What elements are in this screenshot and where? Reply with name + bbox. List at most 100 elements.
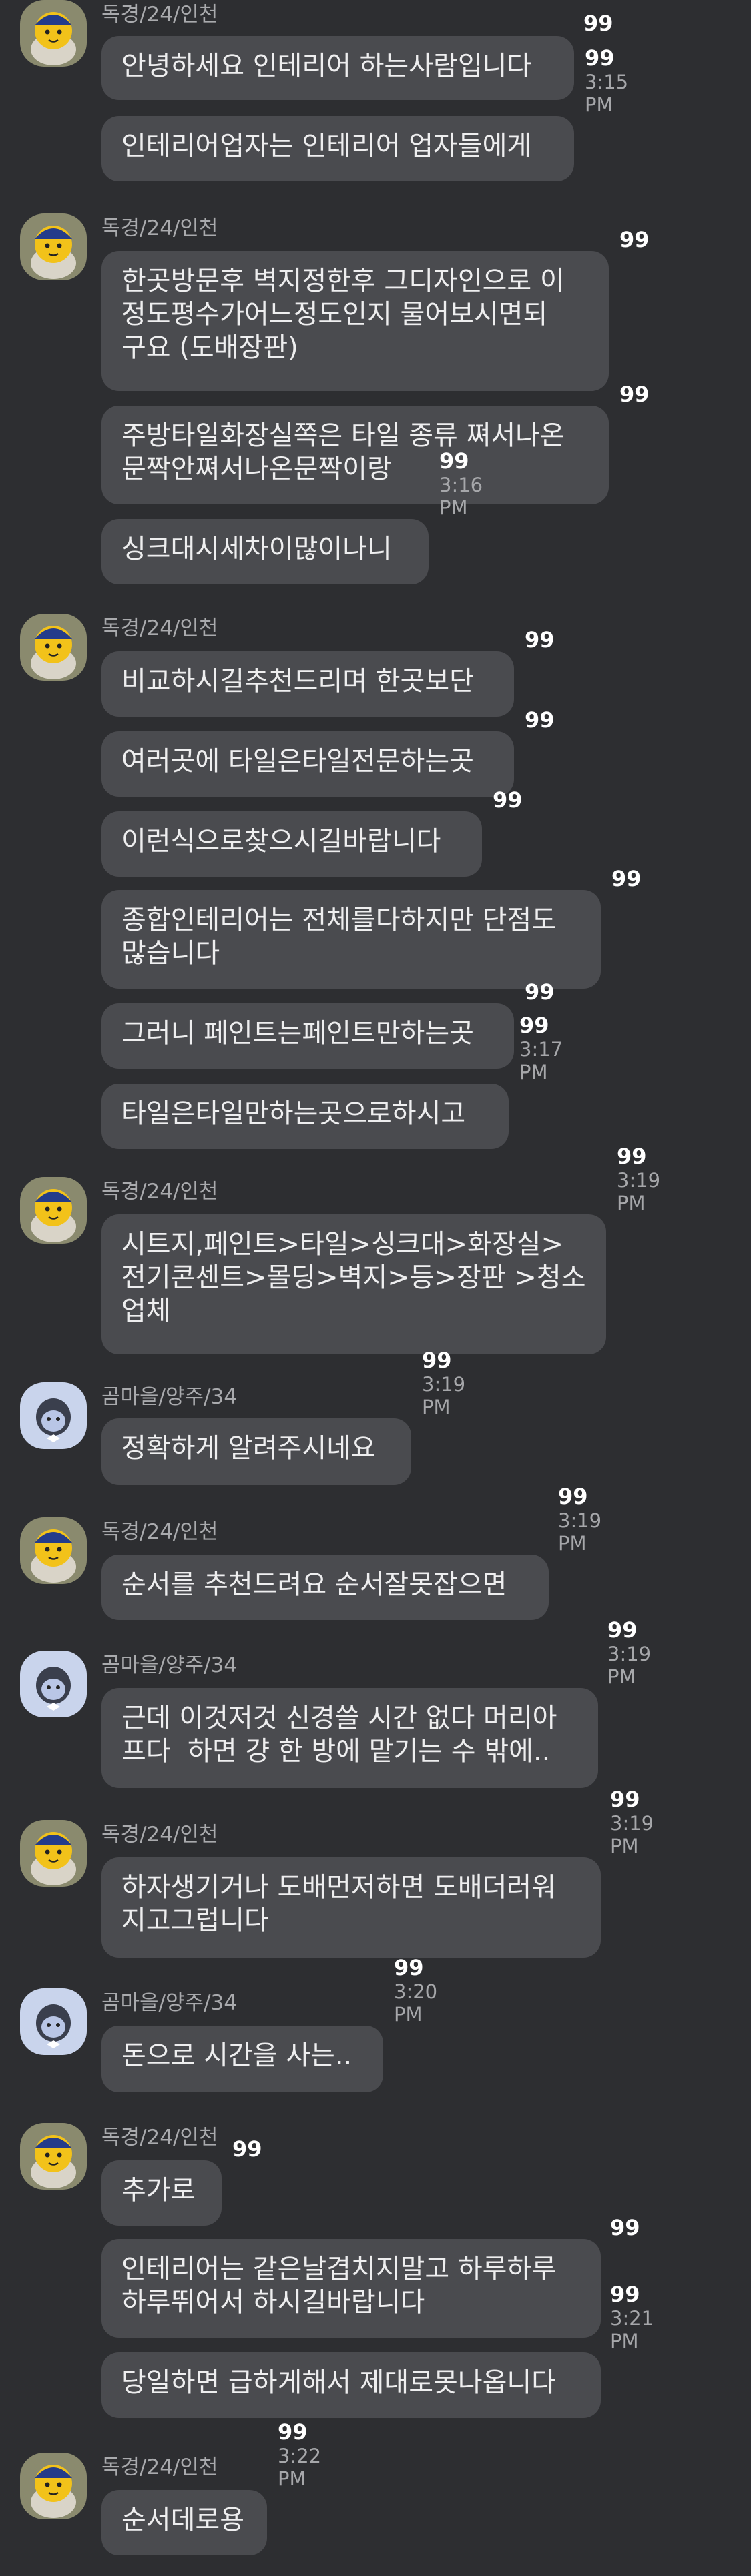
avatar[interactable] — [20, 213, 87, 280]
message-meta: 99 3:19 PM — [558, 1485, 601, 1555]
message-bubble[interactable]: 주방타일화장실쪽은 타일 종류 쪄서나온 문짝안쪄서나온문짝이랑 — [101, 406, 609, 504]
message-meta: 99 3:19 PM — [607, 1619, 651, 1688]
yellow-character-icon — [20, 1820, 87, 1887]
unread-count: 99 — [394, 1955, 424, 1980]
message-bubble[interactable]: 근데 이것저것 신경쓸 시간 없다 머리아 프다 하면 걍 한 방에 맡기는 수… — [101, 1688, 598, 1788]
message-meta: 99 — [232, 2138, 262, 2160]
message-bubble[interactable]: 비교하시길추천드리며 한곳보단 — [101, 651, 514, 717]
message-time: 3:19 PM — [610, 1812, 654, 1857]
message-meta: 99 — [619, 228, 650, 251]
sender-name: 곰마을/양주/34 — [101, 1991, 237, 2015]
message-time: 3:19 PM — [422, 1373, 466, 1418]
message-bubble[interactable]: 하자생기거나 도배먼저하면 도배더러워 지고그럽니다 — [101, 1857, 601, 1958]
unread-count: 99 — [525, 707, 555, 733]
message-time: 3:17 PM — [519, 1038, 563, 1084]
sender-name: 독경/24/인천 — [101, 1180, 218, 1204]
blue-character-icon — [20, 1651, 87, 1717]
message-meta: 99 3:19 PM — [610, 1788, 654, 1857]
sender-name: 독경/24/인천 — [101, 216, 218, 240]
message-bubble[interactable]: 당일하면 급하게해서 제대로못나옵니다 — [101, 2352, 601, 2418]
avatar[interactable] — [20, 614, 87, 681]
message-bubble[interactable]: 정확하게 알려주시네요 — [101, 1418, 411, 1485]
message-time: 3:15 PM — [585, 71, 629, 116]
message-meta: 99 — [583, 12, 613, 36]
message-meta: 99 — [525, 709, 555, 731]
sender-name: 독경/24/인천 — [101, 2126, 218, 2150]
avatar[interactable] — [20, 1820, 87, 1887]
avatar[interactable] — [20, 1177, 87, 1244]
avatar[interactable] — [20, 1517, 87, 1584]
message-bubble[interactable]: 안녕하세요 인테리어 하는사람입니다 — [101, 36, 574, 100]
message-bubble[interactable]: 그러니 페인트는페인트만하는곳 — [101, 1003, 514, 1069]
sender-name: 독경/24/인천 — [101, 1823, 218, 1847]
unread-count: 99 — [617, 1144, 647, 1169]
unread-count: 99 — [610, 2215, 640, 2240]
message-bubble[interactable]: 돈으로 시간을 사는.. — [101, 2026, 383, 2092]
message-meta: 99 — [525, 628, 555, 651]
yellow-character-icon — [20, 614, 87, 681]
chat-transcript: 독경/24/인천 안녕하세요 인테리어 하는사람입니다 99 인테리어업자는 인… — [0, 0, 751, 2576]
message-meta: 99 3:15 PM — [585, 47, 628, 116]
avatar[interactable] — [20, 2453, 87, 2519]
avatar[interactable] — [20, 1988, 87, 2055]
message-time: 3:20 PM — [394, 1980, 438, 2026]
message-bubble[interactable]: 여러곳에 타일은타일전문하는곳 — [101, 731, 514, 797]
sender-name: 독경/24/인천 — [101, 616, 218, 640]
yellow-character-icon — [20, 1177, 87, 1244]
blue-character-icon — [20, 1382, 87, 1449]
unread-count: 99 — [583, 11, 613, 36]
yellow-character-icon — [20, 2123, 87, 2190]
message-meta: 99 — [610, 2216, 640, 2239]
message-meta: 99 3:20 PM — [394, 1956, 437, 2026]
avatar[interactable] — [20, 0, 87, 67]
message-meta: 99 3:22 PM — [278, 2421, 321, 2490]
unread-count: 99 — [525, 627, 555, 653]
message-bubble[interactable]: 싱크대시세차이많이나니 — [101, 519, 429, 584]
message-meta: 99 — [493, 789, 523, 811]
blue-character-icon — [20, 1988, 87, 2055]
message-meta: 99 — [619, 383, 650, 406]
unread-count: 99 — [585, 45, 615, 71]
message-bubble[interactable]: 인테리어업자는 인테리어 업자들에게 — [101, 116, 574, 181]
sender-name: 독경/24/인천 — [101, 3, 218, 27]
avatar[interactable] — [20, 1382, 87, 1449]
sender-name: 곰마을/양주/34 — [101, 1385, 237, 1409]
yellow-character-icon — [20, 0, 87, 67]
yellow-character-icon — [20, 1517, 87, 1584]
avatar[interactable] — [20, 2123, 87, 2190]
unread-count: 99 — [610, 2282, 640, 2307]
unread-count: 99 — [232, 2136, 262, 2162]
message-bubble[interactable]: 이런식으로찾으시길바랍니다 — [101, 811, 482, 877]
unread-count: 99 — [607, 1617, 638, 1643]
unread-count: 99 — [519, 1013, 549, 1038]
unread-count: 99 — [278, 2419, 308, 2445]
message-bubble[interactable]: 순서를 추천드려요 순서잘못잡으면 — [101, 1555, 549, 1620]
message-meta: 99 3:19 PM — [617, 1145, 660, 1214]
unread-count: 99 — [610, 1787, 640, 1812]
unread-count: 99 — [493, 787, 523, 813]
unread-count: 99 — [619, 382, 650, 407]
unread-count: 99 — [439, 448, 469, 474]
message-bubble[interactable]: 인테리어는 같은날겹치지말고 하루하루 하루뛰어서 하시길바랍니다 — [101, 2239, 601, 2338]
message-meta: 99 — [525, 981, 555, 1003]
yellow-character-icon — [20, 213, 87, 280]
message-bubble[interactable]: 타일은타일만하는곳으로하시고 — [101, 1084, 509, 1149]
message-meta: 99 3:19 PM — [422, 1349, 465, 1418]
unread-count: 99 — [619, 227, 650, 252]
message-time: 3:22 PM — [278, 2445, 322, 2490]
message-meta: 99 3:21 PM — [610, 2283, 654, 2352]
message-bubble[interactable]: 추가로 — [101, 2160, 222, 2226]
unread-count: 99 — [525, 979, 555, 1005]
message-meta: 99 — [611, 867, 642, 890]
message-time: 3:16 PM — [439, 474, 483, 519]
avatar[interactable] — [20, 1651, 87, 1717]
message-bubble[interactable]: 한곳방문후 벽지정한후 그디자인으로 이 정도평수가어느정도인지 물어보시면되 … — [101, 251, 609, 391]
message-bubble[interactable]: 종합인테리어는 전체를다하지만 단점도 많습니다 — [101, 890, 601, 989]
sender-name: 독경/24/인천 — [101, 1520, 218, 1544]
message-time: 3:19 PM — [607, 1643, 652, 1688]
message-time: 3:19 PM — [558, 1509, 602, 1555]
unread-count: 99 — [558, 1484, 588, 1509]
message-bubble[interactable]: 시트지,페인트>타일>싱크대>화장실> 전기콘센트>몰딩>벽지>등>장판 >청소… — [101, 1214, 606, 1354]
message-bubble[interactable]: 순서데로용 — [101, 2490, 267, 2555]
sender-name: 곰마을/양주/34 — [101, 1653, 237, 1677]
